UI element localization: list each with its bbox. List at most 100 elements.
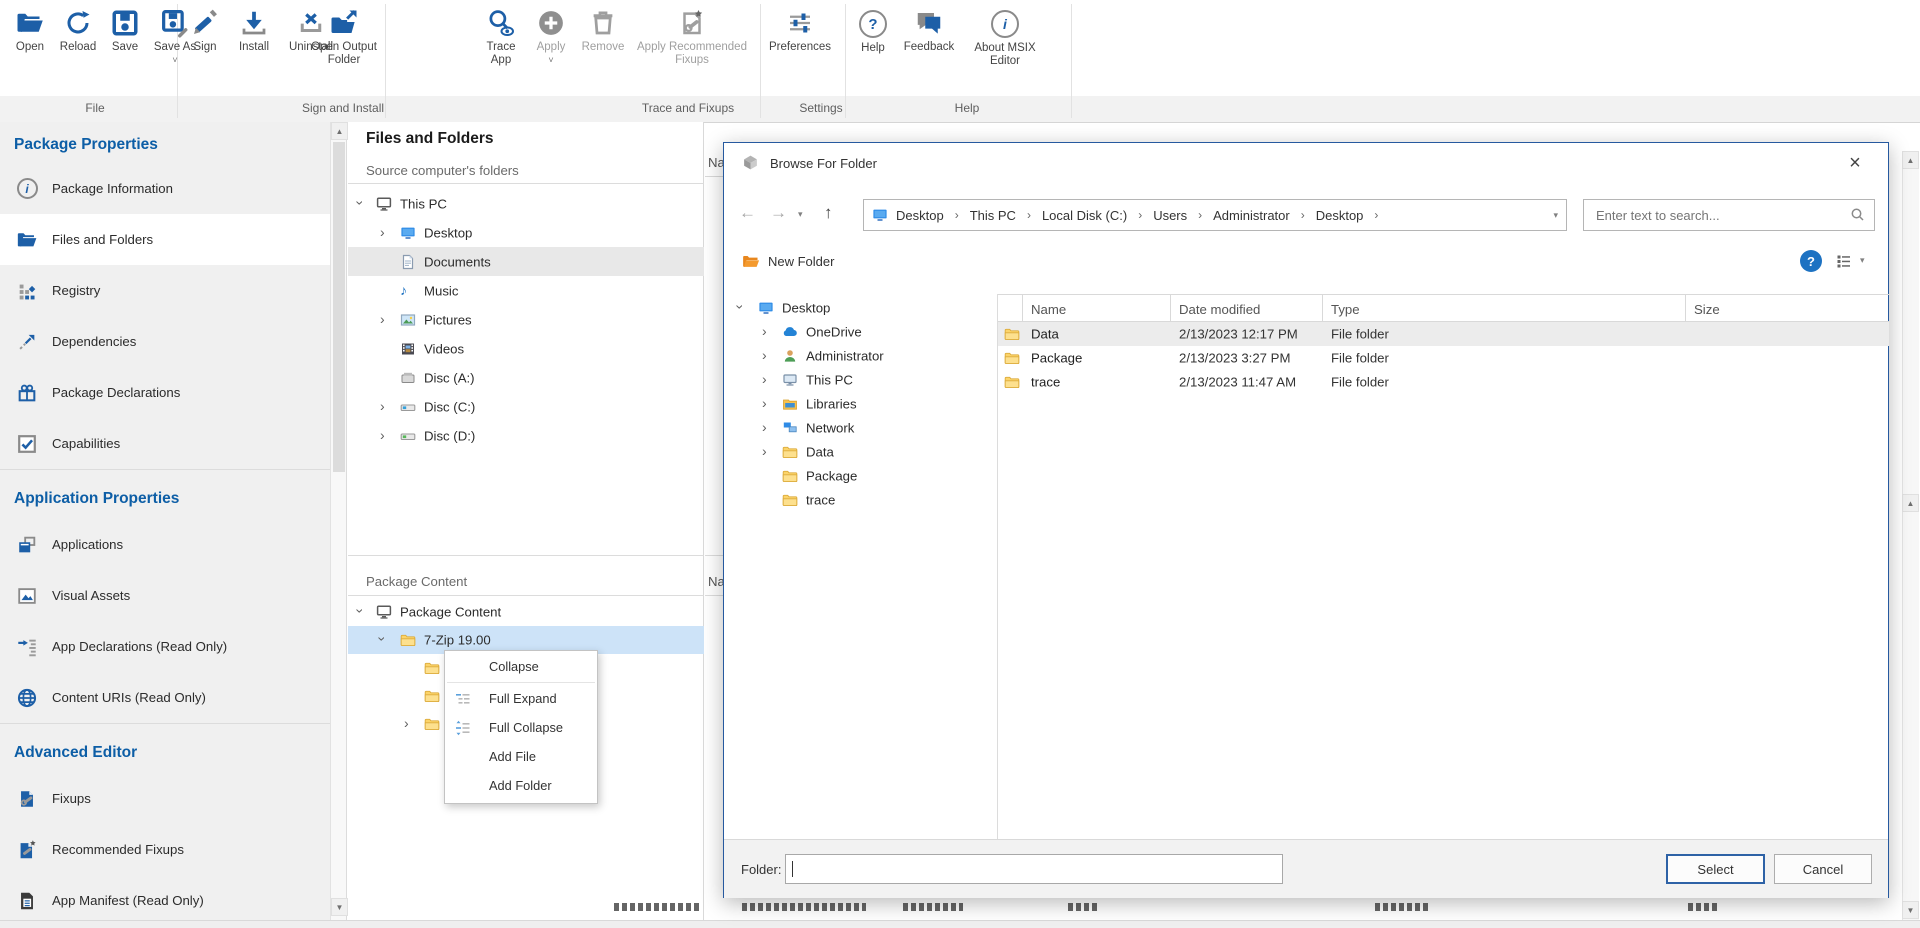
new-folder-button[interactable]: New Folder [742, 247, 834, 275]
tree-item-music[interactable]: ♪Music [348, 276, 704, 305]
chevron-collapsed-icon[interactable]: › [762, 348, 767, 362]
apply-button[interactable]: Apply˅ [527, 8, 575, 65]
dialog-tree-item-data[interactable]: ›Data [724, 440, 996, 464]
background-vertical-scrollbar[interactable]: ▲ ▲ ▼ [1902, 151, 1919, 920]
name-column-header[interactable]: Name [1023, 295, 1171, 323]
menu-item-collapse[interactable]: Collapse [445, 651, 597, 681]
forward-arrow-icon[interactable]: → [770, 203, 787, 223]
tree-item-desktop[interactable]: ›Desktop [348, 218, 704, 247]
chevron-collapsed-icon[interactable]: › [380, 398, 385, 412]
sidebar-item-recommended-fixups[interactable]: Recommended Fixups [0, 824, 330, 875]
tree-item-pictures[interactable]: ›Pictures [348, 305, 704, 334]
menu-item-add-file[interactable]: Add File [445, 742, 597, 771]
chevron-collapsed-icon[interactable]: › [380, 427, 385, 441]
breadcrumb[interactable]: Desktop› This PC› Local Disk (C:)› Users… [863, 199, 1567, 231]
dialog-tree-item-desktop[interactable]: ›Desktop [724, 296, 996, 320]
sign-button[interactable]: Sign [182, 8, 228, 54]
remove-button[interactable]: Remove [576, 8, 630, 54]
tree-item-disc-a[interactable]: Disc (A:) [348, 363, 704, 392]
breadcrumb-item[interactable]: Administrator [1213, 208, 1290, 223]
back-arrow-icon[interactable]: ← [739, 203, 756, 223]
tree-item-disc-c[interactable]: ›Disc (C:) [348, 392, 704, 421]
breadcrumb-item[interactable]: Desktop [896, 208, 944, 223]
tree-item-this-pc[interactable]: ›This PC [348, 189, 704, 218]
chevron-collapsed-icon[interactable]: › [762, 396, 767, 410]
tree-item-documents[interactable]: Documents [348, 247, 704, 276]
chevron-expanded-icon[interactable]: › [733, 305, 747, 310]
select-button[interactable]: Select [1666, 854, 1765, 884]
icon-column-header[interactable] [998, 295, 1023, 323]
breadcrumb-item[interactable]: Desktop [1316, 208, 1364, 223]
tree-item-videos[interactable]: Videos [348, 334, 704, 363]
sidebar-item-capabilities[interactable]: Capabilities [0, 418, 330, 469]
chevron-collapsed-icon[interactable]: › [762, 444, 767, 458]
dialog-tree-item-network[interactable]: ›Network [724, 416, 996, 440]
dialog-tree-item-administrator[interactable]: ›Administrator [724, 344, 996, 368]
chevron-collapsed-icon[interactable]: › [762, 420, 767, 434]
type-column-header[interactable]: Type [1323, 295, 1686, 323]
chevron-collapsed-icon[interactable]: › [762, 324, 767, 338]
chevron-expanded-icon[interactable]: › [353, 609, 367, 614]
chevron-collapsed-icon[interactable]: › [762, 372, 767, 386]
size-column-header[interactable]: Size [1686, 295, 1889, 323]
sidebar-item-app-manifest[interactable]: App Manifest (Read Only) [0, 875, 330, 926]
scroll-up-arrow-icon[interactable]: ▲ [1902, 151, 1919, 169]
dialog-tree-item-trace[interactable]: trace [724, 488, 996, 512]
breadcrumb-item[interactable]: This PC [970, 208, 1016, 223]
chevron-collapsed-icon[interactable]: › [380, 311, 385, 325]
sidebar-item-registry[interactable]: Registry [0, 265, 330, 316]
scroll-up-arrow-icon[interactable]: ▲ [331, 122, 348, 140]
scroll-up-arrow-icon[interactable]: ▲ [1902, 494, 1919, 512]
chevron-expanded-icon[interactable]: › [375, 637, 389, 642]
breadcrumb-item[interactable]: Local Disk (C:) [1042, 208, 1127, 223]
feedback-button[interactable]: Feedback [897, 8, 961, 54]
preferences-button[interactable]: Preferences [761, 8, 839, 54]
sidebar-item-content-uris[interactable]: Content URIs (Read Only) [0, 672, 330, 723]
sidebar-item-dependencies[interactable]: Dependencies [0, 316, 330, 367]
chevron-expanded-icon[interactable]: › [353, 200, 367, 205]
breadcrumb-item[interactable]: Users [1153, 208, 1187, 223]
dialog-tree-item-this-pc[interactable]: ›This PC [724, 368, 996, 392]
close-icon[interactable]: × [1836, 147, 1874, 179]
view-mode-icon[interactable] [1836, 253, 1852, 269]
save-button[interactable]: Save [103, 8, 147, 54]
scroll-down-arrow-icon[interactable]: ▼ [1902, 901, 1919, 919]
about-msix-editor-button[interactable]: iAbout MSIX Editor [963, 8, 1047, 68]
dialog-tree-item-onedrive[interactable]: ›OneDrive [724, 320, 996, 344]
table-row[interactable]: trace 2/13/2023 11:47 AM File folder [998, 370, 1889, 394]
sidebar-item-fixups[interactable]: Fixups [0, 773, 330, 824]
search-box[interactable] [1583, 199, 1875, 231]
chevron-collapsed-icon[interactable]: › [404, 716, 409, 730]
tree-item-disc-d[interactable]: ›Disc (D:) [348, 421, 704, 450]
scrollbar-thumb[interactable] [333, 142, 345, 472]
table-row[interactable]: Package 2/13/2023 3:27 PM File folder [998, 346, 1889, 370]
dialog-tree-item-libraries[interactable]: ›Libraries [724, 392, 996, 416]
scroll-down-arrow-icon[interactable]: ▼ [331, 898, 348, 916]
sidebar-item-package-information[interactable]: iPackage Information [0, 163, 330, 214]
sidebar-item-package-declarations[interactable]: Package Declarations [0, 367, 330, 418]
sidebar-item-files-and-folders[interactable]: Files and Folders [0, 214, 330, 265]
dialog-tree-item-package[interactable]: Package [724, 464, 996, 488]
cancel-button[interactable]: Cancel [1774, 854, 1872, 884]
sidebar-item-visual-assets[interactable]: Visual Assets [0, 570, 330, 621]
search-input[interactable] [1594, 207, 1838, 224]
menu-item-add-folder[interactable]: Add Folder [445, 771, 597, 800]
folder-input[interactable] [785, 854, 1283, 884]
menu-item-full-expand[interactable]: Full Expand [445, 684, 597, 713]
open-output-folder-button[interactable]: Open Output Folder [303, 8, 385, 67]
search-icon[interactable] [1850, 207, 1866, 223]
reload-button[interactable]: Reload [53, 8, 103, 54]
help-button[interactable]: ?Help [851, 8, 895, 55]
table-row[interactable]: Data 2/13/2023 12:17 PM File folder [998, 322, 1889, 346]
open-button[interactable]: Open [7, 8, 53, 54]
breadcrumb-dropdown-icon[interactable]: ▾ [1553, 210, 1558, 221]
view-mode-dropdown-icon[interactable]: ▾ [1860, 255, 1865, 266]
sidebar-item-applications[interactable]: Applications [0, 519, 330, 570]
tree-item-package-content-root[interactable]: ›Package Content [348, 598, 704, 626]
dialog-help-icon[interactable]: ? [1800, 250, 1822, 272]
sidebar-item-app-declarations[interactable]: App Declarations (Read Only) [0, 621, 330, 672]
sidebar-scrollbar[interactable]: ▲ ▼ [330, 122, 347, 928]
menu-item-full-collapse[interactable]: Full Collapse [445, 713, 597, 742]
apply-recommended-fixups-button[interactable]: Apply Recommended Fixups [630, 8, 754, 67]
install-button[interactable]: Install [228, 8, 280, 54]
